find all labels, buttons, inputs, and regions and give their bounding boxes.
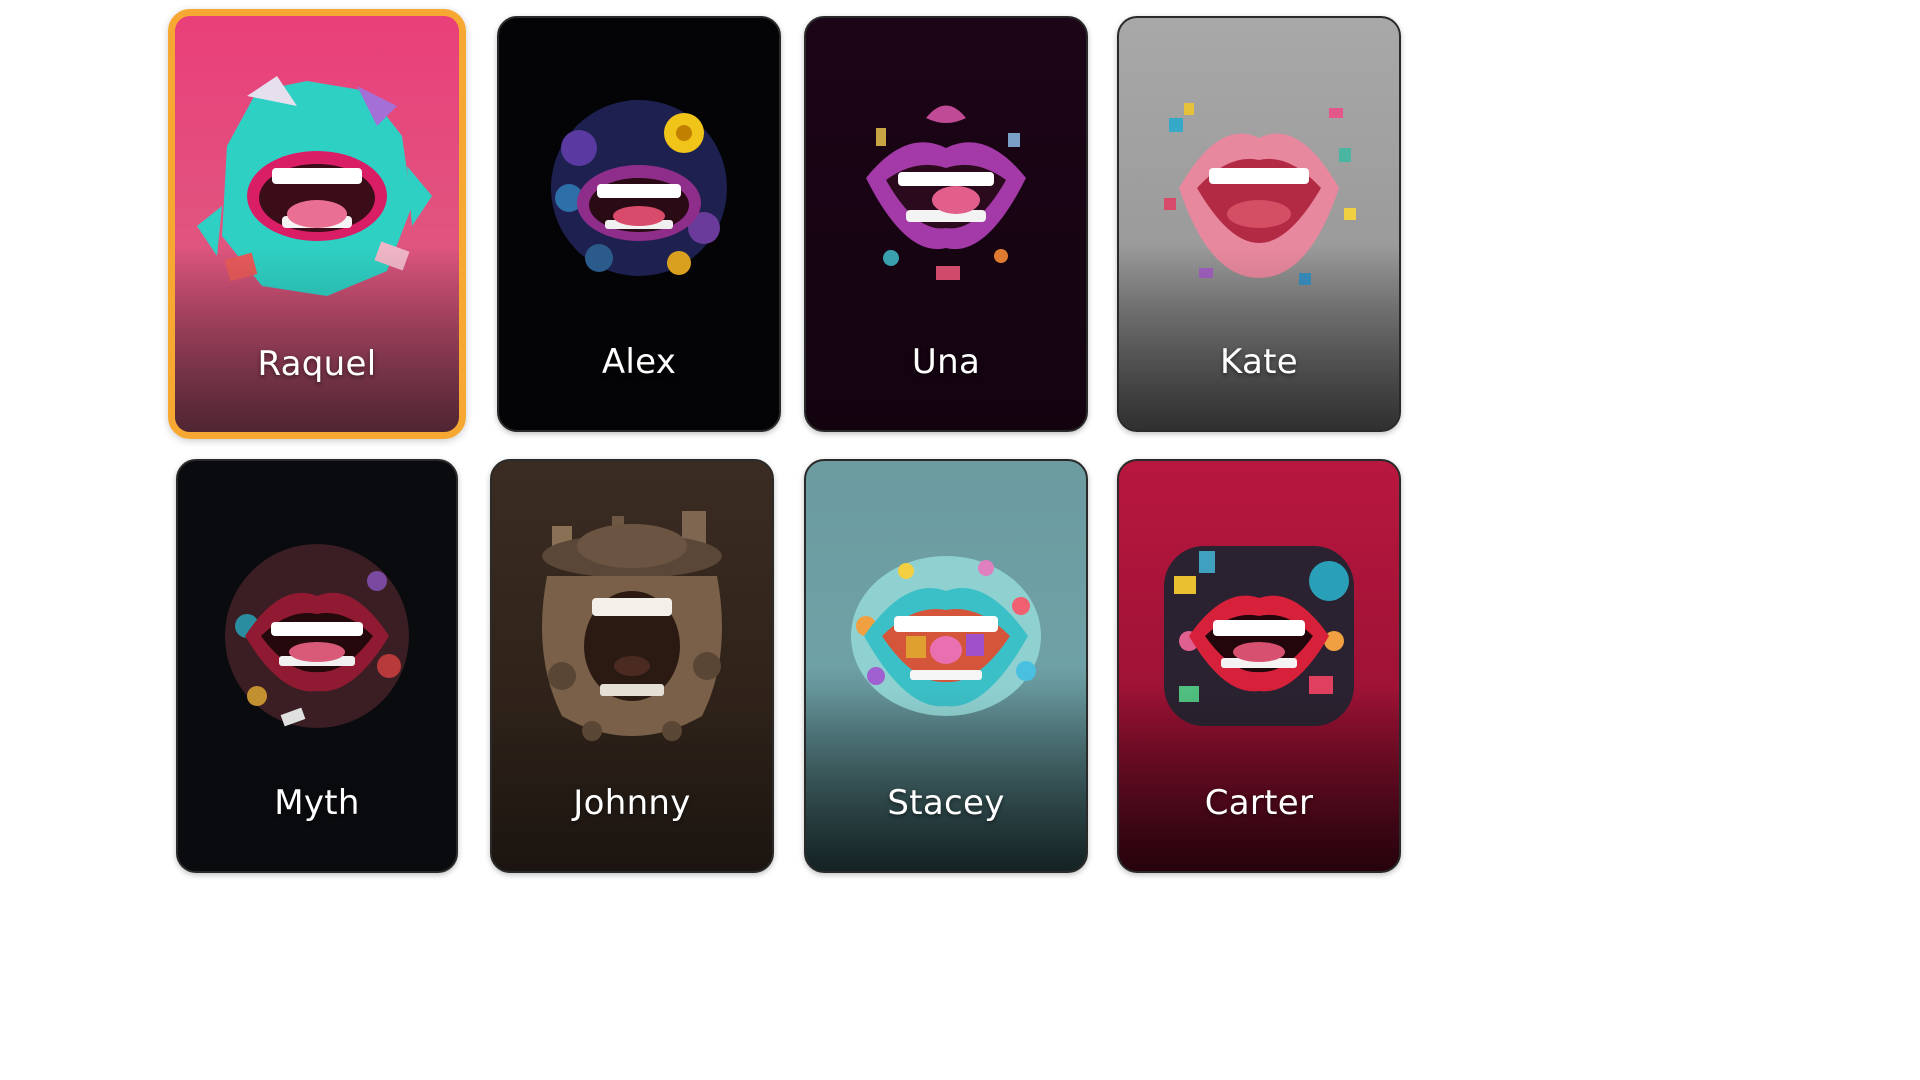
voice-name-label: Stacey — [887, 783, 1005, 823]
voice-card-carter[interactable]: Carter — [1117, 459, 1401, 873]
voice-card-johnny[interactable]: Johnny — [490, 459, 774, 873]
voice-name-label: Johnny — [573, 783, 691, 823]
voice-name-label: Kate — [1220, 342, 1298, 382]
voice-name-label: Myth — [274, 783, 360, 823]
voice-card-myth[interactable]: Myth — [176, 459, 458, 873]
voice-name-label: Alex — [601, 342, 677, 382]
voice-card-kate[interactable]: Kate — [1117, 16, 1401, 432]
voice-card-una[interactable]: Una — [804, 16, 1088, 432]
voice-name-label: Carter — [1204, 783, 1314, 823]
voice-card-stacey[interactable]: Stacey — [804, 459, 1088, 873]
voice-name-label: Una — [911, 342, 981, 382]
voice-card-alex[interactable]: Alex — [497, 16, 781, 432]
voice-card-raquel[interactable]: Raquel — [168, 9, 466, 439]
voice-name-label: Raquel — [257, 344, 377, 384]
